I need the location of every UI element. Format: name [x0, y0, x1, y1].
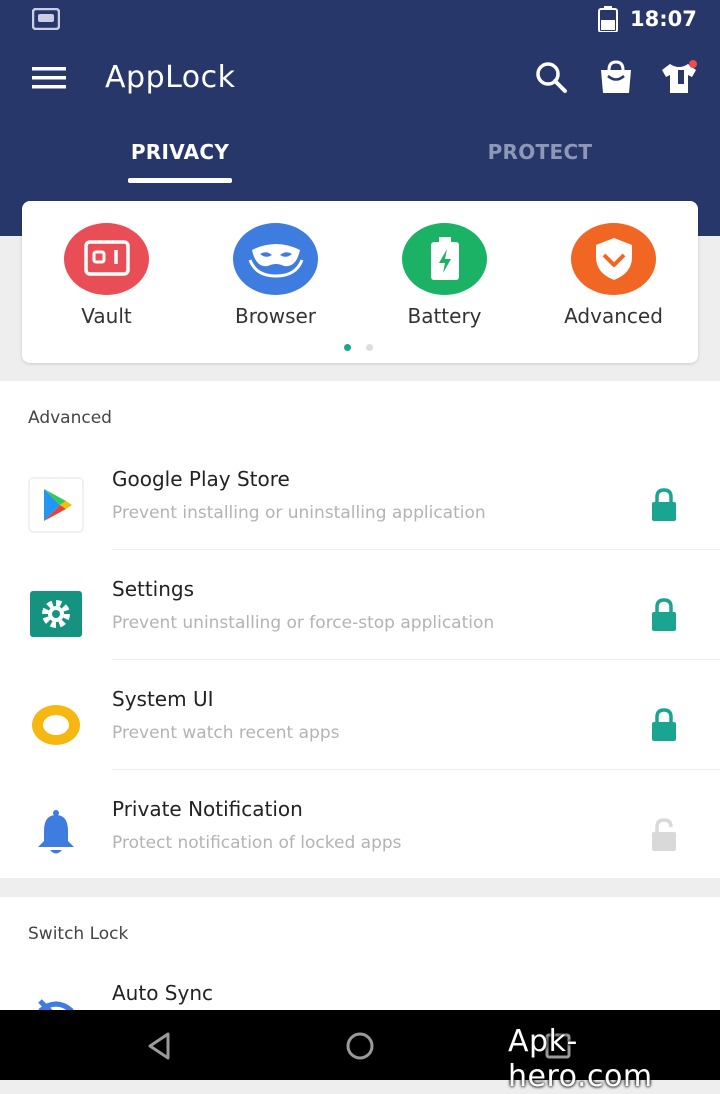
page-indicator [344, 344, 374, 352]
watermark: Apk-hero.com [508, 1024, 653, 1094]
row-subtitle: Prevent installing or uninstalling appli… [112, 503, 486, 523]
back-icon[interactable] [142, 1028, 178, 1064]
lock-closed-icon[interactable] [648, 597, 680, 633]
lock-closed-icon[interactable] [648, 487, 680, 523]
divider [112, 549, 720, 550]
shopping-bag-icon[interactable] [596, 58, 636, 98]
divider [112, 659, 720, 660]
list-item-settings[interactable]: Settings Prevent uninstalling or force-s… [0, 561, 720, 671]
home-icon[interactable] [342, 1028, 378, 1064]
system-ui-icon [32, 705, 80, 745]
shortcut-label: Advanced [564, 304, 663, 328]
safe-icon [83, 240, 130, 276]
shortcut-label: Vault [81, 304, 132, 328]
status-time: 18:07 [630, 7, 697, 31]
lock-open-icon[interactable] [648, 817, 680, 853]
shortcut-card: Vault Browser Battery Advanced [22, 201, 698, 363]
page-dot-active [344, 344, 351, 351]
row-subtitle: Prevent watch recent apps [112, 723, 340, 743]
section-title-switch-lock: Switch Lock [28, 924, 129, 944]
google-play-store-icon [28, 477, 84, 533]
list-item-system-ui[interactable]: System UI Prevent watch recent apps [0, 671, 720, 781]
row-subtitle: Prevent uninstalling or force-stop appli… [112, 613, 495, 633]
page-dot [366, 344, 373, 351]
theme-shirt-icon[interactable] [658, 58, 698, 98]
shortcut-browser[interactable]: Browser [191, 201, 360, 341]
active-tab-indicator [128, 178, 232, 183]
row-title: Google Play Store [112, 467, 290, 491]
row-title: Settings [112, 577, 195, 601]
mask-icon [248, 244, 303, 278]
list-item-private-notification[interactable]: Private Notification Protect notificatio… [0, 781, 720, 891]
bell-icon [38, 810, 74, 854]
row-title: Auto Sync [112, 981, 213, 1005]
list-item-google-play[interactable]: Google Play Store Prevent installing or … [0, 451, 720, 561]
section-title-advanced: Advanced [28, 408, 112, 428]
advanced-section: Advanced Google Play Store Prevent insta… [0, 381, 720, 878]
shortcut-advanced[interactable]: Advanced [529, 201, 698, 341]
switch-lock-section: Switch Lock Auto Sync [0, 897, 720, 1031]
app-title: AppLock [105, 60, 236, 95]
lock-closed-icon[interactable] [648, 707, 680, 743]
status-bar: 18:07 [0, 0, 720, 40]
row-title: Private Notification [112, 797, 303, 821]
search-icon[interactable] [532, 58, 572, 98]
screenshot-notification-icon [32, 8, 60, 30]
shortcut-vault[interactable]: Vault [22, 201, 191, 341]
shortcut-label: Battery [407, 304, 482, 328]
vault-circle [64, 223, 149, 295]
row-title: System UI [112, 687, 214, 711]
settings-gear-icon [30, 591, 82, 637]
advanced-circle [571, 223, 656, 295]
shortcut-battery[interactable]: Battery [360, 201, 529, 341]
shield-icon [595, 238, 632, 280]
row-subtitle: Protect notification of locked apps [112, 833, 402, 853]
battery-status-icon [598, 6, 618, 32]
battery-circle [402, 223, 487, 295]
browser-circle [233, 223, 318, 295]
divider [112, 769, 720, 770]
shortcut-label: Browser [234, 304, 317, 328]
tab-protect[interactable]: PROTECT [430, 138, 650, 188]
hamburger-menu-icon[interactable] [30, 64, 68, 92]
battery-icon [430, 237, 459, 280]
